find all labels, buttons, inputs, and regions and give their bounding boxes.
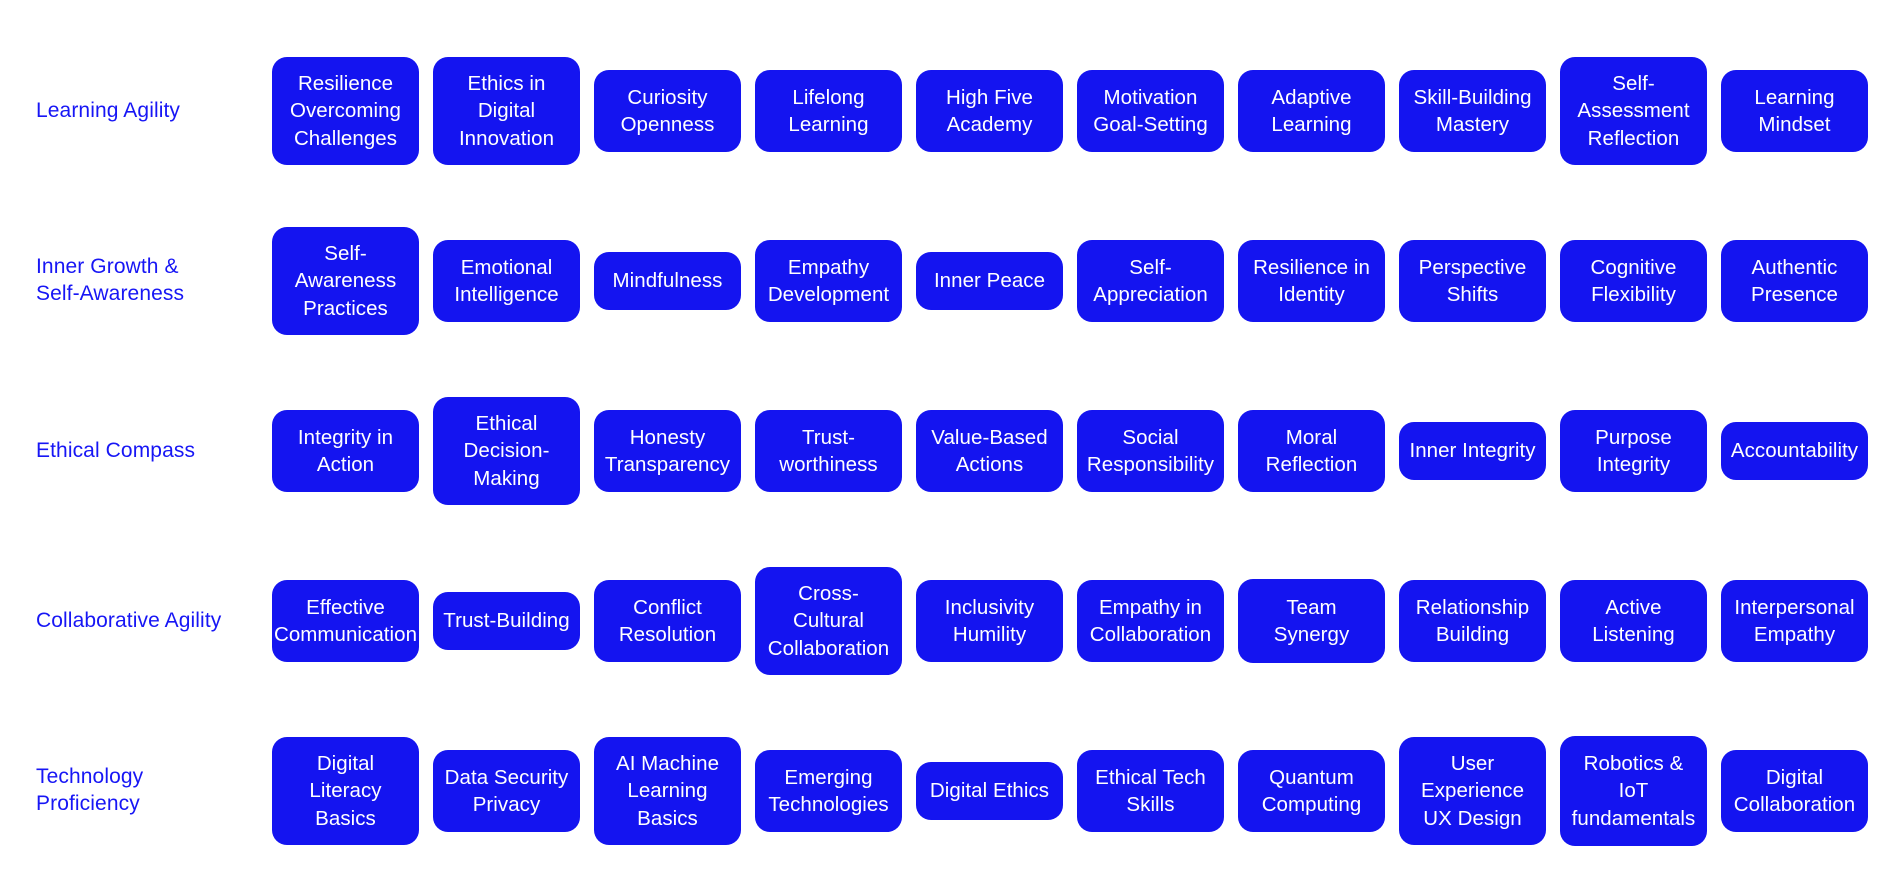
skill-card[interactable]: Empathy in Collaboration: [1077, 579, 1224, 663]
skill-card[interactable]: Perspective Shifts: [1399, 239, 1546, 323]
skill-card[interactable]: Inner Integrity: [1399, 422, 1546, 480]
skill-card[interactable]: Lifelong Learning: [755, 69, 902, 153]
skill-card[interactable]: Authentic Presence: [1721, 239, 1868, 323]
skill-card[interactable]: User Experience UX Design: [1399, 736, 1546, 846]
matrix-row: Collaborative Agility Effective Communica…: [24, 536, 1870, 706]
skill-card[interactable]: Resilience in Identity: [1238, 239, 1385, 323]
skill-card[interactable]: Conflict Resolution: [594, 579, 741, 663]
skill-card[interactable]: Inner Peace: [916, 252, 1063, 310]
skill-card[interactable]: Data Security Privacy: [433, 749, 580, 833]
matrix-row: Learning Agility Resilience Overcoming Ch…: [24, 26, 1870, 196]
row-label: Technology Proficiency: [36, 765, 144, 815]
skill-card[interactable]: Social Responsibility: [1077, 409, 1224, 493]
skill-card[interactable]: Digital Collaboration: [1721, 749, 1868, 833]
skill-card[interactable]: Self- Appreciation: [1077, 239, 1224, 323]
card-group: Resilience Overcoming Challenges Ethics i…: [272, 26, 1870, 196]
skill-card[interactable]: Interpersonal Empathy: [1721, 579, 1868, 663]
card-group: Effective Communication Trust-Building Con…: [272, 536, 1870, 706]
skill-card[interactable]: Emotional Intelligence: [433, 239, 580, 323]
skill-card[interactable]: Motivation Goal-Setting: [1077, 69, 1224, 153]
row-label: Learning Agility: [36, 98, 181, 122]
skill-card[interactable]: Moral Reflection: [1238, 409, 1385, 493]
skill-card[interactable]: Ethical Tech Skills: [1077, 749, 1224, 833]
matrix-row: Inner Growth & Self-Awareness Self- Aware…: [24, 196, 1870, 366]
skill-card[interactable]: Learning Mindset: [1721, 69, 1868, 153]
competency-matrix: Learning Agility Resilience Overcoming Ch…: [0, 0, 1894, 868]
skill-card[interactable]: Accountability: [1721, 422, 1868, 480]
skill-card[interactable]: Mindfulness: [594, 252, 741, 310]
skill-card[interactable]: Ethical Decision- Making: [433, 396, 580, 506]
skill-card[interactable]: Value-Based Actions: [916, 409, 1063, 493]
skill-card[interactable]: Active Listening: [1560, 579, 1707, 663]
skill-card[interactable]: Effective Communication: [272, 579, 419, 663]
skill-card[interactable]: Relationship Building: [1399, 579, 1546, 663]
skill-card[interactable]: Cognitive Flexibility: [1560, 239, 1707, 323]
skill-card[interactable]: Robotics & IoT fundamentals: [1560, 735, 1707, 847]
skill-card[interactable]: Digital Literacy Basics: [272, 736, 419, 846]
row-label: Inner Growth & Self-Awareness: [36, 255, 185, 305]
card-group: Integrity in Action Ethical Decision- Mak…: [272, 366, 1870, 536]
skill-card[interactable]: Integrity in Action: [272, 409, 419, 493]
skill-card[interactable]: AI Machine Learning Basics: [594, 736, 741, 846]
skill-card[interactable]: Cross- Cultural Collaboration: [755, 566, 902, 676]
skill-card[interactable]: Resilience Overcoming Challenges: [272, 56, 419, 166]
card-group: Digital Literacy Basics Data Security Pri…: [272, 706, 1870, 876]
skill-card[interactable]: Inclusivity Humility: [916, 579, 1063, 663]
skill-card[interactable]: Quantum Computing: [1238, 749, 1385, 833]
skill-card[interactable]: High Five Academy: [916, 69, 1063, 153]
skill-card[interactable]: Empathy Development: [755, 239, 902, 323]
card-group: Self- Awareness Practices Emotional Intel…: [272, 196, 1870, 366]
row-label: Ethical Compass: [36, 438, 196, 462]
skill-card[interactable]: Ethics in Digital Innovation: [433, 56, 580, 166]
skill-card[interactable]: Trust- worthiness: [755, 409, 902, 493]
skill-card[interactable]: Team Synergy: [1238, 578, 1385, 664]
matrix-row: Technology Proficiency Digital Literacy B…: [24, 706, 1870, 876]
skill-card[interactable]: Curiosity Openness: [594, 69, 741, 153]
skill-card[interactable]: Trust-Building: [433, 592, 580, 650]
skill-card[interactable]: Digital Ethics: [916, 762, 1063, 820]
skill-card[interactable]: Purpose Integrity: [1560, 409, 1707, 493]
skill-card[interactable]: Emerging Technologies: [755, 749, 902, 833]
matrix-row: Ethical Compass Integrity in Action Ethica…: [24, 366, 1870, 536]
row-label: Collaborative Agility: [36, 608, 222, 632]
skill-card[interactable]: Honesty Transparency: [594, 409, 741, 493]
skill-card[interactable]: Self- Assessment Reflection: [1560, 56, 1707, 166]
skill-card[interactable]: Self- Awareness Practices: [272, 226, 419, 336]
skill-card[interactable]: Skill-Building Mastery: [1399, 69, 1546, 153]
skill-card[interactable]: Adaptive Learning: [1238, 69, 1385, 153]
